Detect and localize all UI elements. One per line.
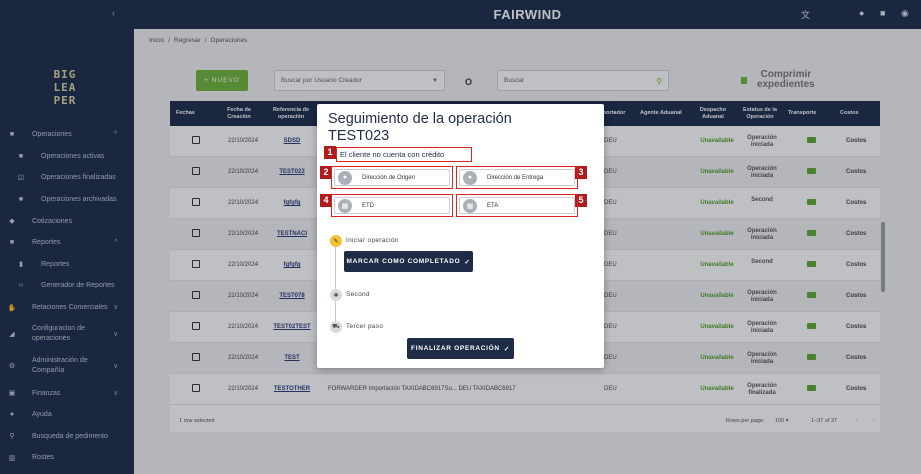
check-icon: ✓ xyxy=(464,258,471,266)
finish-operation-button[interactable]: FINALIZAR OPERACIÓN ✓ xyxy=(407,338,514,359)
eta-field[interactable]: ▦ ETA xyxy=(456,194,578,217)
step-pending-icon: ⛟ xyxy=(330,321,342,333)
finish-operation-label: FINALIZAR OPERACIÓN xyxy=(411,345,500,352)
origin-address-label: Dirección de Origen xyxy=(362,174,416,181)
mark-complete-label: MARCAR COMO COMPLETADO xyxy=(346,258,461,265)
step-label-2: Second xyxy=(346,291,370,298)
step-label-3: Tercer paso xyxy=(346,323,384,330)
step-pending-icon: ✱ xyxy=(330,289,342,301)
calendar-icon: ▦ xyxy=(338,198,352,213)
eta-label: ETA xyxy=(487,202,499,209)
etd-label: ETD xyxy=(362,202,374,209)
credit-notice: El cliente no cuenta con crédito xyxy=(336,147,472,162)
step-active-icon: ✎ xyxy=(330,235,342,247)
step-label-1: Iniciar operación xyxy=(346,237,399,244)
tracking-modal: Seguimiento de la operación TEST023 1 El… xyxy=(317,104,604,368)
stepper-line xyxy=(335,247,336,291)
location-pin-icon: ● xyxy=(463,170,477,185)
modal-title: Seguimiento de la operación TEST023 xyxy=(328,111,512,145)
origin-address-field[interactable]: ● Dirección de Origen xyxy=(331,166,453,189)
calendar-icon: ▦ xyxy=(463,198,477,213)
location-pin-icon: ● xyxy=(338,170,352,185)
delivery-address-label: Dirección de Entrega xyxy=(487,174,544,181)
annotation-badge-1: 1 xyxy=(324,146,336,159)
delivery-address-field[interactable]: ● Dirección de Entrega xyxy=(456,166,578,189)
check-icon: ✓ xyxy=(503,345,510,353)
etd-field[interactable]: ▦ ETD xyxy=(331,194,453,217)
modal-title-line: Seguimiento de la operación xyxy=(328,111,512,127)
modal-operation-ref: TEST023 xyxy=(328,128,390,144)
mark-complete-button[interactable]: MARCAR COMO COMPLETADO ✓ xyxy=(344,251,473,272)
